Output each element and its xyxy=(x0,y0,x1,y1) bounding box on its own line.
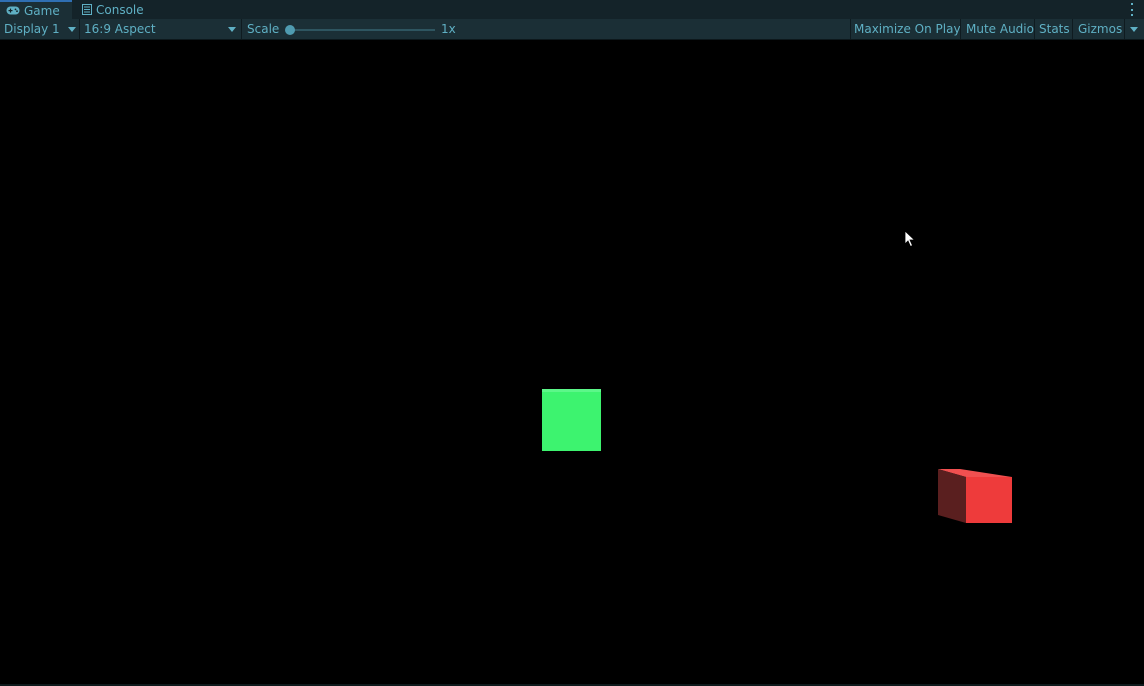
tab-console[interactable]: Console xyxy=(76,0,166,19)
maximize-on-play-label: Maximize On Play xyxy=(854,22,961,36)
tab-bar: Game Console xyxy=(0,0,1144,19)
game-toolbar: Display 1 16:9 Aspect Scale 1x Maximize … xyxy=(0,19,1144,40)
aspect-value: 16:9 Aspect xyxy=(84,22,156,36)
tab-game-label: Game xyxy=(24,3,60,18)
scale-value-text: 1x xyxy=(441,22,456,36)
chevron-down-icon xyxy=(68,27,76,32)
stats-label: Stats xyxy=(1039,22,1070,36)
scale-label: Scale xyxy=(243,19,283,39)
mute-audio-toggle[interactable]: Mute Audio xyxy=(962,19,1038,39)
display-value: Display 1 xyxy=(4,22,60,36)
divider xyxy=(960,19,961,39)
display-dropdown[interactable]: Display 1 xyxy=(0,19,79,39)
red-cube xyxy=(938,469,1012,523)
scale-slider-thumb[interactable] xyxy=(285,25,295,35)
stats-toggle[interactable]: Stats xyxy=(1035,19,1074,39)
gizmos-toggle[interactable]: Gizmos xyxy=(1074,19,1126,39)
game-viewport[interactable] xyxy=(0,41,1144,684)
gamepad-icon xyxy=(6,6,20,15)
gizmos-dropdown[interactable] xyxy=(1125,19,1144,39)
red-cube-front xyxy=(966,477,1012,523)
chevron-down-icon xyxy=(228,27,236,32)
scale-label-text: Scale xyxy=(247,22,280,36)
chevron-down-icon xyxy=(1130,27,1138,32)
mute-audio-label: Mute Audio xyxy=(966,22,1034,36)
divider xyxy=(241,19,242,39)
divider xyxy=(1072,19,1073,39)
green-cube xyxy=(542,389,601,451)
tab-game[interactable]: Game xyxy=(0,0,72,19)
mouse-cursor-icon xyxy=(904,230,916,248)
tab-console-label: Console xyxy=(96,2,144,17)
gizmos-label: Gizmos xyxy=(1078,22,1123,36)
more-options-icon[interactable] xyxy=(1130,3,1134,16)
aspect-dropdown[interactable]: 16:9 Aspect xyxy=(80,19,240,39)
console-icon xyxy=(82,4,92,15)
scale-value: 1x xyxy=(437,19,460,39)
maximize-on-play-toggle[interactable]: Maximize On Play xyxy=(850,19,965,39)
scale-slider-track[interactable] xyxy=(290,29,435,31)
red-cube-side xyxy=(938,469,966,523)
